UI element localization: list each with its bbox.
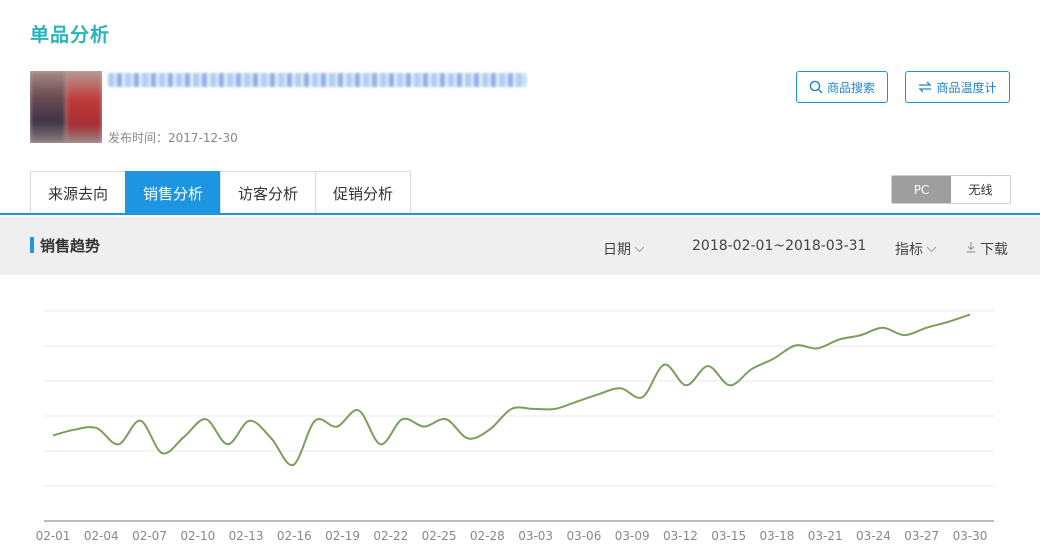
page-title: 单品分析 (30, 24, 111, 46)
x-tick-label: 03-12 (663, 529, 698, 543)
tab-source[interactable]: 来源去向 (30, 171, 125, 215)
tab-promotion[interactable]: 促销分析 (315, 171, 411, 215)
analysis-tabs: 来源去向 销售分析 访客分析 促销分析 (30, 171, 411, 215)
search-icon (809, 80, 823, 94)
x-tick-label: 03-03 (518, 529, 553, 543)
sales-trend-chart: 02-01 02-04 02-07 02-10 02-13 02-16 02-19 02-22… (0, 275, 1040, 555)
x-tick-label: 03-09 (615, 529, 650, 543)
x-tick-label: 03-21 (808, 529, 843, 543)
x-tick-label: 02-28 (470, 529, 505, 543)
x-tick-label: 02-10 (180, 529, 215, 543)
x-tick-label: 02-07 (132, 529, 167, 543)
date-dropdown[interactable]: 日期 (603, 239, 645, 259)
product-name-link[interactable] (108, 73, 526, 87)
section-title: 销售趋势 (40, 237, 101, 255)
x-tick-label: 02-22 (373, 529, 408, 543)
section-accent-bar (30, 237, 34, 253)
device-pc-button[interactable]: PC (892, 176, 951, 203)
x-tick-label: 02-13 (229, 529, 264, 543)
section-header (0, 217, 1040, 275)
x-tick-label: 02-16 (277, 529, 312, 543)
tab-visitors[interactable]: 访客分析 (220, 171, 315, 215)
download-button[interactable]: 下载 (965, 239, 1008, 259)
product-search-label: 商品搜索 (826, 80, 875, 95)
sales-series-line (52, 313, 971, 466)
tab-sales[interactable]: 销售分析 (125, 171, 220, 215)
chevron-down-icon (926, 241, 937, 257)
download-icon (965, 241, 977, 257)
metric-dropdown[interactable]: 指标 (895, 239, 937, 259)
product-thumbnail[interactable] (30, 71, 102, 143)
x-tick-label: 02-04 (84, 529, 119, 543)
device-toggle: PC 无线 (891, 175, 1011, 204)
x-tick-label: 02-01 (36, 529, 71, 543)
x-tick-label: 03-24 (856, 529, 891, 543)
chevron-down-icon (634, 241, 645, 257)
device-mobile-button[interactable]: 无线 (951, 176, 1010, 203)
tab-underline (0, 213, 1040, 215)
x-tick-label: 03-15 (711, 529, 746, 543)
swap-icon (918, 81, 933, 93)
product-thermometer-label: 商品温度计 (936, 80, 997, 95)
product-publish-date: 发布时间：2017-12-30 (108, 131, 238, 145)
x-tick-label: 03-06 (566, 529, 601, 543)
sales-trend-svg: 02-01 02-04 02-07 02-10 02-13 02-16 02-19 02-22… (36, 310, 994, 543)
x-tick-label: 02-25 (422, 529, 457, 543)
x-tick-label: 03-18 (760, 529, 795, 543)
x-tick-label: 03-27 (904, 529, 939, 543)
product-search-button[interactable]: 商品搜索 (796, 71, 888, 103)
product-thermometer-button[interactable]: 商品温度计 (905, 71, 1010, 103)
x-tick-label: 02-19 (325, 529, 360, 543)
metric-dropdown-label: 指标 (895, 242, 923, 258)
download-label: 下载 (980, 242, 1008, 258)
date-dropdown-label: 日期 (603, 242, 631, 258)
date-range-display[interactable]: 2018-02-01~2018-03-31 (692, 238, 866, 254)
x-tick-label: 03-30 (953, 529, 988, 543)
